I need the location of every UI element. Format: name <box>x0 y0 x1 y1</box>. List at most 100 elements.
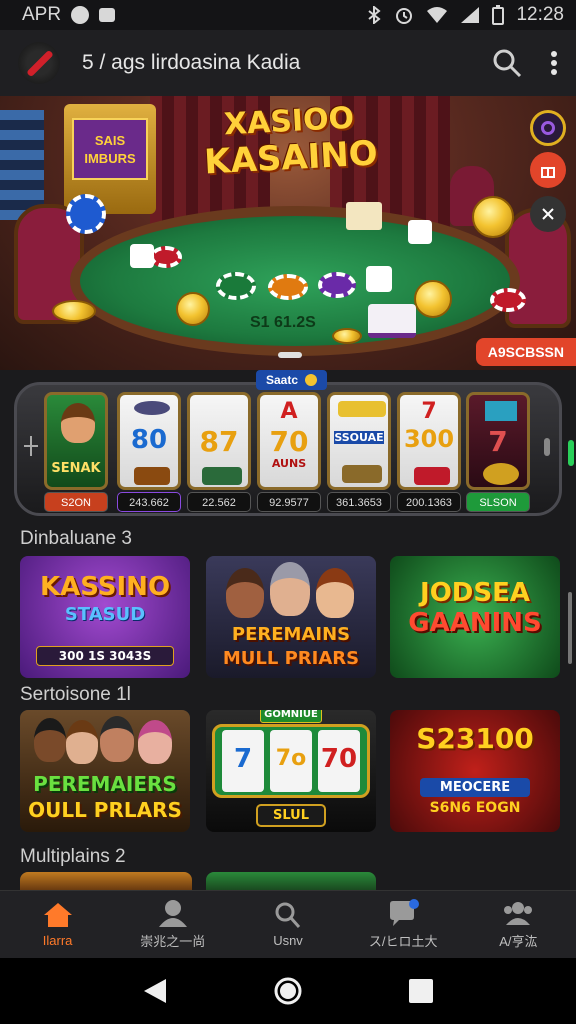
app-bar: 5 / ags lirdoasina Kadia <box>0 30 576 96</box>
bluetooth-icon <box>368 6 382 24</box>
reel-6-symbol: 300 <box>403 425 455 453</box>
coin-stack <box>52 300 96 322</box>
coin-stack <box>332 328 362 344</box>
character-portrait <box>270 562 310 616</box>
character-portrait <box>316 568 354 618</box>
reel-symbol-bottom <box>202 467 242 485</box>
nav-group-label: A/亨汯 <box>499 934 538 949</box>
reel-2-label: 243.662 <box>117 492 181 512</box>
game-card-partial[interactable] <box>20 872 192 890</box>
strip-tag-label: Saatc <box>266 373 299 387</box>
chip-green <box>216 272 256 300</box>
strip-tag: Saatc <box>256 370 328 390</box>
slot-reel-symbol: 7o <box>275 746 307 771</box>
notification-icon <box>71 6 90 24</box>
coin <box>472 196 514 238</box>
reel-4[interactable]: A 70 AUNS <box>257 392 321 490</box>
hero-title-line2: KASAINO <box>203 133 379 183</box>
share-button[interactable] <box>530 196 566 232</box>
app-title: 5 / ags lirdoasina Kadia <box>82 51 301 74</box>
recents-icon[interactable] <box>408 978 434 1004</box>
promo-badge[interactable]: A9SCBSSN <box>475 338 576 366</box>
reel-1[interactable]: SENAK <box>44 392 108 490</box>
wifi-icon <box>427 7 448 23</box>
reel-4-sub: AUNS <box>271 457 307 470</box>
home-circle-icon[interactable] <box>273 976 303 1006</box>
share-icon <box>542 208 554 220</box>
reel-3-label: 22.562 <box>187 492 251 512</box>
reel-7[interactable]: 7 <box>466 392 530 490</box>
scrollbar[interactable] <box>568 592 572 664</box>
reel-7-symbol: 7 <box>488 425 508 458</box>
reel-symbol-top <box>485 401 517 421</box>
nav-home[interactable]: Ilarra <box>0 891 115 958</box>
more-options-icon[interactable] <box>550 50 558 76</box>
reel-6-label: 200.1363 <box>397 492 461 512</box>
coin <box>176 292 210 326</box>
purple-orb-button[interactable] <box>530 110 566 146</box>
game-card-partial[interactable] <box>206 872 376 890</box>
card-subtitle: MULL PRIARS <box>222 648 360 669</box>
search-icon[interactable] <box>492 48 522 78</box>
slot-reel-symbol: 7 <box>233 744 253 774</box>
search-icon <box>275 902 301 928</box>
character-portrait <box>226 568 264 618</box>
back-icon[interactable] <box>142 977 168 1005</box>
game-card-slot[interactable]: GOMNIUE 7 7o 70 SLUL <box>206 710 376 832</box>
reel-5-label: 361.3653 <box>327 492 391 512</box>
gift-button[interactable] <box>530 152 566 188</box>
system-nav-bar <box>0 958 576 1024</box>
reel-7-label: SLSON <box>466 492 530 512</box>
slot-reel: 70 <box>318 730 360 792</box>
reel-5[interactable]: SSOUAE <box>327 392 391 490</box>
slot-machine-screen: SAIS IMBURS <box>72 118 148 180</box>
group-icon <box>504 902 533 925</box>
reel-1-label: S2ON <box>44 492 108 512</box>
slot-reel: 7o <box>270 730 312 792</box>
nav-search[interactable]: Usnv <box>230 891 345 958</box>
reel-4-symbol: 70 <box>269 425 309 458</box>
nav-search-label: Usnv <box>273 933 303 948</box>
game-card-s23100[interactable]: S23100 MEOCERE S6N6 EOGN <box>390 710 560 832</box>
hero-title: XASIOO KASAINO <box>198 99 382 183</box>
nav-profile-label: 崇兆之一尚 <box>140 934 206 949</box>
character-portrait <box>100 716 134 762</box>
reel-2[interactable]: 80 <box>117 392 181 490</box>
game-card-kassino[interactable]: KASSINO STASUD 300 1S 3043S <box>20 556 190 678</box>
slot-bank-graphic <box>0 110 44 220</box>
game-card-peremains[interactable]: PEREMAINS MULL PRIARS <box>206 556 376 678</box>
alarm-icon <box>396 8 413 24</box>
signal-icon <box>461 7 480 23</box>
card-subtitle: MEOCERE <box>420 778 530 797</box>
coin-icon <box>305 374 318 386</box>
card-title: S23100 <box>416 722 534 755</box>
card-box <box>368 304 416 338</box>
nav-chat[interactable]: ス/ヒロ土大 <box>346 891 461 958</box>
reel-symbol-top <box>338 401 386 417</box>
reel-4-label: 92.9577 <box>257 492 321 512</box>
card-title: JODSEA <box>420 578 530 608</box>
chip-red <box>490 288 526 312</box>
section-title: Sertoisone 1l <box>20 684 131 705</box>
strip-handle <box>544 438 550 456</box>
battery-icon <box>492 5 505 25</box>
reel-1-symbol: SENAK <box>51 461 101 476</box>
card-title: KASSINO <box>39 572 171 602</box>
reel-3[interactable]: 87 <box>187 392 251 490</box>
section-title: Multiplains 2 <box>20 846 126 867</box>
reel-5-symbol: SSOUAE <box>334 431 384 444</box>
game-card-jodsea[interactable]: JODSEA GAANINS <box>390 556 560 678</box>
card-subtitle: STASUD <box>64 604 146 625</box>
status-bar: APR 12:28 <box>0 0 576 30</box>
hero-banner[interactable]: SAIS IMBURS XASIOO KASAINO S1 61.2S A9SC… <box>0 96 576 370</box>
nav-group[interactable]: A/亨汯 <box>461 891 576 958</box>
card-subtitle: SLUL <box>256 804 326 827</box>
game-card-peremaiers[interactable]: PEREMAIERS OULL PRLARS <box>20 710 190 832</box>
scroll-indicator-green <box>568 440 574 466</box>
nav-profile[interactable]: 崇兆之一尚 <box>115 891 230 958</box>
dice <box>130 244 154 268</box>
app-logo[interactable] <box>18 42 60 84</box>
reel-6[interactable]: 7 300 <box>397 392 461 490</box>
dice <box>408 220 432 244</box>
card-title: PEREMAINS <box>231 624 351 645</box>
